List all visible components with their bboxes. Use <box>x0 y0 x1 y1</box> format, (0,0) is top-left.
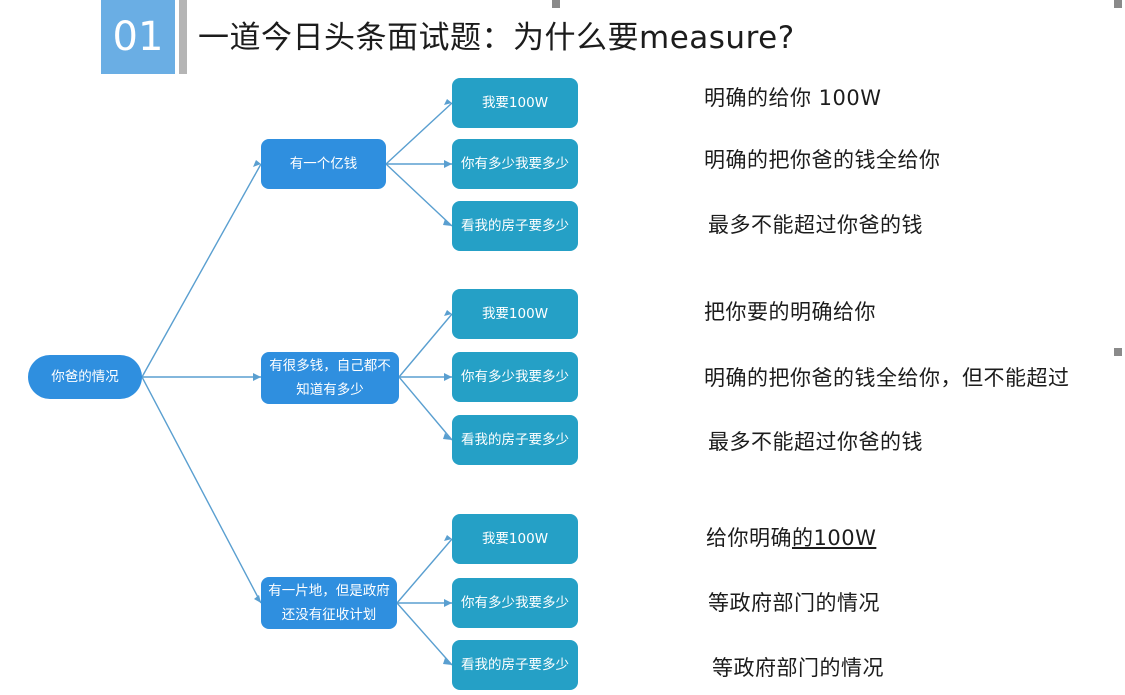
mindmap-branch-1[interactable]: 有一个亿钱 <box>261 139 386 189</box>
connector-root-branch-1 <box>141 163 262 378</box>
connector-root-branch-3 <box>141 376 262 604</box>
note-1-3: 最多不能超过你爸的钱 <box>708 213 923 237</box>
note-2-2: 明确的把你爸的钱全给你，但不能超过 <box>704 366 1070 390</box>
note-2-1: 把你要的明确给你 <box>704 300 876 324</box>
mindmap-leaf-3-2[interactable]: 你有多少我要多少 <box>452 578 578 628</box>
note-1-2: 明确的把你爸的钱全给你 <box>704 148 941 172</box>
mindmap-branch-3[interactable]: 有一片地，但是政府还没有征收计划 <box>261 577 397 629</box>
mindmap-leaf-3-1[interactable]: 我要100W <box>452 514 578 564</box>
mindmap-leaf-3-3[interactable]: 看我的房子要多少 <box>452 640 578 690</box>
mindmap-root-node[interactable]: 你爸的情况 <box>28 355 142 399</box>
connector-b1-leaf-3 <box>385 163 453 227</box>
connector-b2-leaf-3 <box>398 376 453 441</box>
connector-b3-leaf-1 <box>396 538 453 604</box>
mindmap-leaf-1-1[interactable]: 我要100W <box>452 78 578 128</box>
note-3-1: 给你明确的100W <box>706 522 876 552</box>
mindmap-leaf-2-2[interactable]: 你有多少我要多少 <box>452 352 578 402</box>
note-3-3: 等政府部门的情况 <box>712 656 884 680</box>
mindmap-leaf-2-1[interactable]: 我要100W <box>452 289 578 339</box>
mindmap-leaf-1-3[interactable]: 看我的房子要多少 <box>452 201 578 251</box>
note-3-2: 等政府部门的情况 <box>708 591 880 615</box>
mindmap-leaf-1-2[interactable]: 你有多少我要多少 <box>452 139 578 189</box>
note-1-1: 明确的给你 100W <box>704 86 882 110</box>
connector-b3-leaf-3 <box>396 602 453 666</box>
mindmap-leaf-2-3[interactable]: 看我的房子要多少 <box>452 415 578 465</box>
mindmap-branch-2[interactable]: 有很多钱，自己都不知道有多少 <box>261 352 399 404</box>
note-3-1-text: 给你明确 <box>706 526 792 550</box>
connector-b1-leaf-1 <box>385 102 453 165</box>
connector-b2-leaf-1 <box>398 313 453 378</box>
note-3-1-emphasis: 的100W <box>792 526 877 550</box>
note-2-3: 最多不能超过你爸的钱 <box>708 430 923 454</box>
